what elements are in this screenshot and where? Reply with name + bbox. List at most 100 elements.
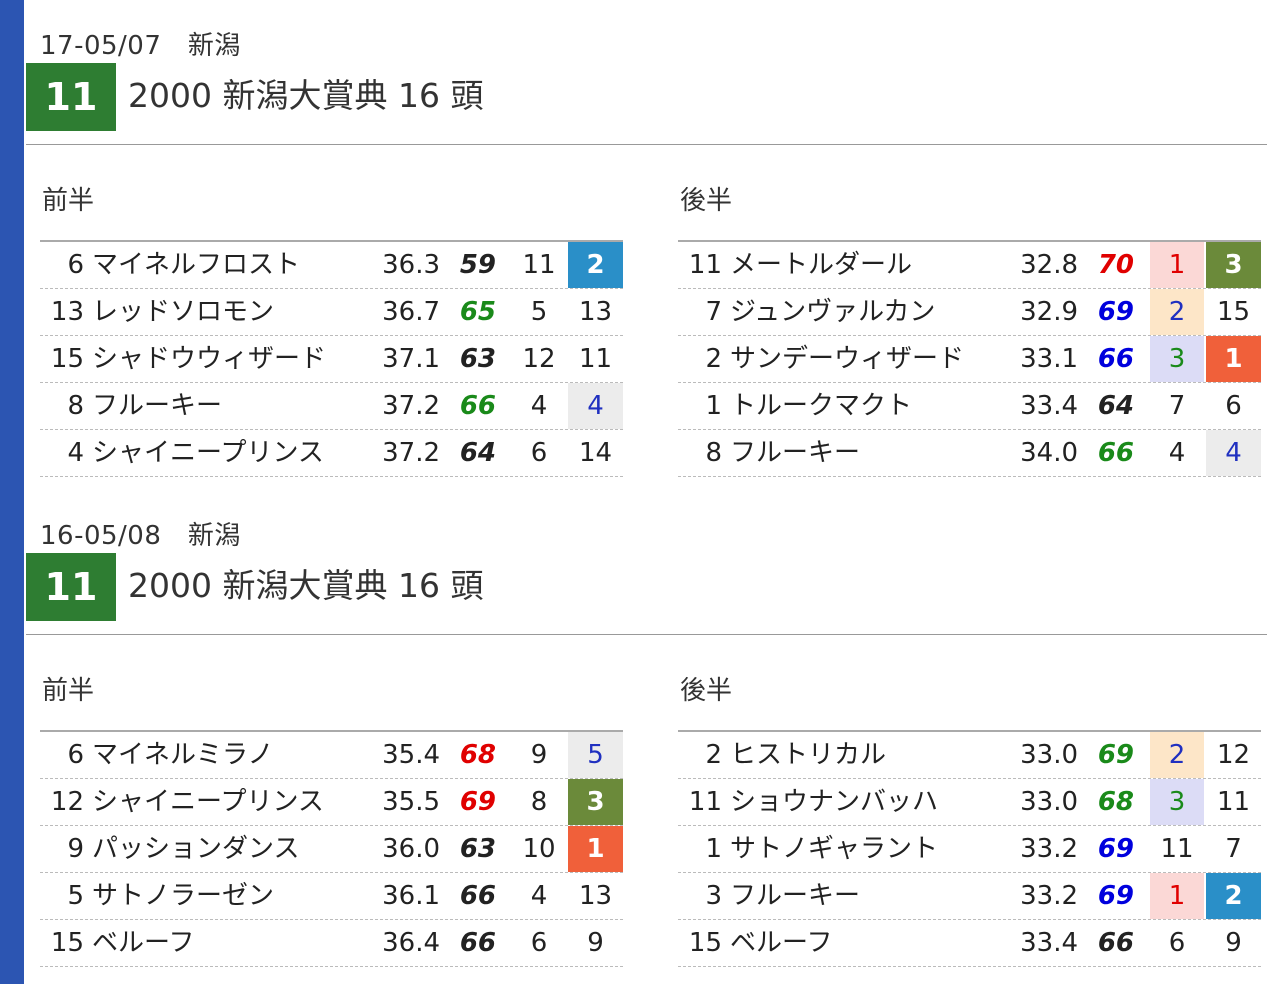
finish-rank: 1 xyxy=(568,826,623,872)
section-time: 33.0 xyxy=(1020,740,1078,770)
results-table: 2 ヒストリカル 33.0 69 2 12 11 ショウナンバッハ 33.0 68 3 11 1 サトノギ… xyxy=(678,730,1261,967)
section-time: 33.2 xyxy=(1020,834,1078,864)
finish-rank: 14 xyxy=(578,438,613,468)
horse-name: トルークマクト xyxy=(730,391,913,421)
section-time: 36.4 xyxy=(382,928,440,958)
left-accent-bar xyxy=(0,0,24,984)
table-row: 15 ベルーフ 33.4 66 6 9 xyxy=(678,920,1261,967)
horse-number: 8 xyxy=(705,438,722,468)
horse-number: 5 xyxy=(67,881,84,911)
section-time: 33.2 xyxy=(1020,881,1078,911)
section-label: 前半 xyxy=(42,186,95,216)
speed-score: 66 xyxy=(1097,928,1134,958)
table-row: 9 パッションダンス 36.0 63 10 1 xyxy=(40,826,623,873)
table-row: 4 シャイニープリンス 37.2 64 6 14 xyxy=(40,430,623,477)
horse-name: フルーキー xyxy=(92,391,223,421)
section-time: 33.4 xyxy=(1020,928,1078,958)
finish-rank: 13 xyxy=(578,297,613,327)
speed-score: 66 xyxy=(459,928,496,958)
speed-score: 64 xyxy=(1097,391,1134,421)
race-title: 2000 新潟大賞典 16 頭 xyxy=(128,76,484,115)
horse-number: 1 xyxy=(705,391,722,421)
section-time: 33.0 xyxy=(1020,787,1078,817)
horse-number: 3 xyxy=(705,881,722,911)
speed-score: 70 xyxy=(1097,250,1134,280)
finish-rank: 2 xyxy=(568,242,623,288)
finish-rank: 4 xyxy=(1206,430,1261,476)
finish-rank: 3 xyxy=(568,779,623,825)
speed-score: 59 xyxy=(459,250,496,280)
finish-rank: 11 xyxy=(578,344,613,374)
finish-rank: 9 xyxy=(587,928,604,958)
horse-number: 15 xyxy=(688,928,722,958)
speed-score: 68 xyxy=(459,740,496,770)
section-time: 37.2 xyxy=(382,438,440,468)
section-rank: 12 xyxy=(522,344,556,374)
horse-number: 6 xyxy=(67,740,84,770)
finish-rank: 12 xyxy=(1216,740,1251,770)
horse-number: 2 xyxy=(705,740,722,770)
section-label: 前半 xyxy=(42,676,95,706)
horse-name: ベルーフ xyxy=(730,928,833,958)
horse-name: フルーキー xyxy=(730,881,861,911)
section-time: 35.5 xyxy=(382,787,440,817)
section-label: 後半 xyxy=(680,186,733,216)
table-row: 1 トルークマクト 33.4 64 7 6 xyxy=(678,383,1261,430)
speed-score: 65 xyxy=(459,297,496,327)
speed-score: 66 xyxy=(1097,344,1134,374)
speed-score: 69 xyxy=(1097,834,1134,864)
section-label: 後半 xyxy=(680,676,733,706)
section-rank: 6 xyxy=(1168,928,1186,958)
results-table: 6 マイネルミラノ 35.4 68 9 5 12 シャイニープリンス 35.5 69 8 3 9 パッショ… xyxy=(40,730,623,967)
horse-number: 7 xyxy=(705,297,722,327)
section-time: 37.2 xyxy=(382,391,440,421)
section-rank: 1 xyxy=(1150,242,1204,288)
finish-rank: 15 xyxy=(1216,297,1251,327)
section-rank: 5 xyxy=(530,297,548,327)
race-date: 16-05/08 新潟 xyxy=(40,521,241,551)
finish-rank: 2 xyxy=(1206,873,1261,919)
table-row: 3 フルーキー 33.2 69 1 2 xyxy=(678,873,1261,920)
speed-score: 66 xyxy=(1097,438,1134,468)
horse-number: 15 xyxy=(50,928,84,958)
speed-score: 66 xyxy=(459,391,496,421)
section-rank: 9 xyxy=(530,740,548,770)
section-rank: 10 xyxy=(522,834,556,864)
race-date: 17-05/07 新潟 xyxy=(40,31,241,61)
horse-number: 12 xyxy=(50,787,84,817)
horse-name: サトノラーゼン xyxy=(92,881,275,911)
speed-score: 64 xyxy=(459,438,496,468)
table-row: 12 シャイニープリンス 35.5 69 8 3 xyxy=(40,779,623,826)
section-time: 37.1 xyxy=(382,344,440,374)
finish-rank: 1 xyxy=(1206,336,1261,382)
horse-number: 11 xyxy=(688,787,722,817)
finish-rank: 9 xyxy=(1225,928,1242,958)
horse-name: シャイニープリンス xyxy=(92,787,324,817)
table-row: 11 ショウナンバッハ 33.0 68 3 11 xyxy=(678,779,1261,826)
table-row: 7 ジュンヴァルカン 32.9 69 2 15 xyxy=(678,289,1261,336)
section-time: 36.3 xyxy=(382,250,440,280)
horse-name: メートルダール xyxy=(730,250,913,280)
section-rank: 4 xyxy=(530,881,548,911)
speed-score: 69 xyxy=(1097,881,1134,911)
section-time: 36.1 xyxy=(382,881,440,911)
table-row: 13 レッドソロモン 36.7 65 5 13 xyxy=(40,289,623,336)
horse-number: 6 xyxy=(67,250,84,280)
speed-score: 63 xyxy=(459,834,496,864)
table-row: 8 フルーキー 37.2 66 4 4 xyxy=(40,383,623,430)
horse-number: 9 xyxy=(67,834,84,864)
horse-name: ジュンヴァルカン xyxy=(730,297,936,327)
horse-name: シャイニープリンス xyxy=(92,438,324,468)
finish-rank: 4 xyxy=(568,383,623,429)
section-rank: 1 xyxy=(1150,873,1204,919)
speed-score: 63 xyxy=(459,344,496,374)
horse-name: ヒストリカル xyxy=(730,740,887,770)
table-row: 1 サトノギャラント 33.2 69 11 7 xyxy=(678,826,1261,873)
section-time: 33.4 xyxy=(1020,391,1078,421)
finish-rank: 6 xyxy=(1225,391,1242,421)
section-time: 36.0 xyxy=(382,834,440,864)
finish-rank: 3 xyxy=(1206,242,1261,288)
table-row: 8 フルーキー 34.0 66 4 4 xyxy=(678,430,1261,477)
horse-name: パッションダンス xyxy=(92,834,300,864)
table-row: 2 ヒストリカル 33.0 69 2 12 xyxy=(678,732,1261,779)
